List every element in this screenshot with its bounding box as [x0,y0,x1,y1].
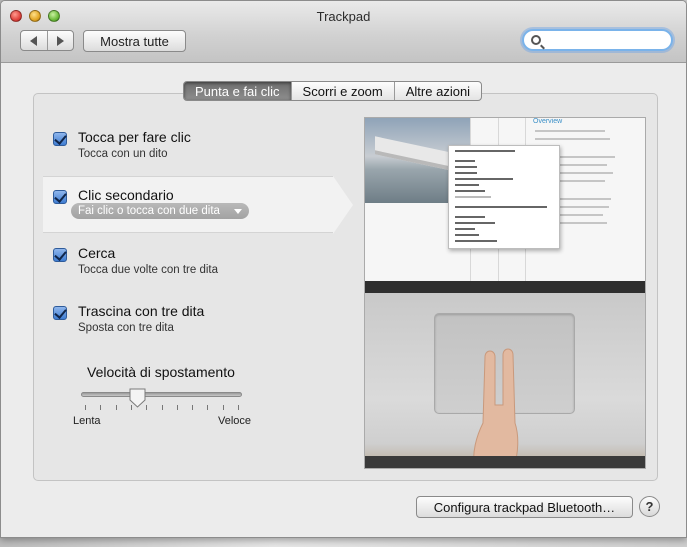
context-menu-item [455,160,475,162]
context-menu-item [455,190,485,192]
tracking-speed-label: Velocità di spostamento [87,364,235,380]
tracking-speed-slider[interactable] [81,392,242,397]
tab-point-and-click[interactable]: Punta e fai clic [184,82,291,100]
show-all-button[interactable]: Mostra tutte [83,30,186,52]
back-button[interactable] [21,31,47,50]
preferences-window: Trackpad Mostra tutte Punta e fai clic S… [0,0,687,538]
slider-tick [161,405,163,410]
option-title: Clic secondario [78,187,174,203]
tab-bar: Punta e fai clic Scorri e zoom Altre azi… [183,81,483,101]
search-input[interactable] [546,33,666,48]
chevron-down-icon [234,209,242,214]
slider-tick [176,405,178,410]
tap-to-click-checkbox[interactable] [53,132,67,146]
context-menu-item [455,178,513,180]
option-title: Tocca per fare clic [78,129,191,145]
context-menu-item [455,172,477,174]
document-heading: Overview [533,118,563,125]
slider-ticks [85,405,239,411]
slider-max-label: Veloce [218,415,252,427]
look-up-checkbox[interactable] [53,248,67,262]
three-finger-drag-checkbox[interactable] [53,306,67,320]
slider-tick [146,405,148,410]
forward-button[interactable] [46,31,74,50]
option-subtitle: Sposta con tre dita [78,322,174,334]
context-menu [448,145,560,249]
search-field[interactable] [522,29,673,51]
back-forward-control [20,30,74,51]
context-menu-item [455,228,475,230]
option-subtitle: Tocca con un dito [78,148,168,160]
gesture-preview-video: Overview [364,117,646,469]
tab-scroll-and-zoom[interactable]: Scorri e zoom [290,82,394,100]
context-menu-item [455,196,491,198]
hand-icon [473,348,519,468]
title-bar: Trackpad Mostra tutte [1,1,686,63]
slider-tick [100,405,102,410]
tab-more-gestures[interactable]: Altre azioni [393,82,481,100]
help-button[interactable]: ? [639,496,660,517]
context-menu-item [455,240,497,242]
secondary-click-popup[interactable]: Fai clic o tocca con due dita [71,203,249,219]
context-menu-item [455,234,479,236]
slider-tick [115,405,117,410]
preview-divider [365,281,645,293]
chevron-right-icon [56,35,64,46]
preview-screen: Overview [365,118,645,281]
option-subtitle: Tocca due volte con tre dita [78,264,218,276]
slider-tick [85,405,86,410]
context-menu-item [455,206,547,208]
chevron-left-icon [30,35,38,46]
slider-tick [222,405,224,410]
slider-tick [238,405,239,410]
context-menu-item [455,150,515,152]
context-menu-item [455,216,485,218]
configure-bluetooth-trackpad-button[interactable]: Configura trackpad Bluetooth… [416,496,633,518]
slider-min-label: Lenta [73,415,101,427]
context-menu-item [455,166,477,168]
trackpad-scene [365,293,645,468]
context-menu-item [455,184,479,186]
preview-bottom-bar [365,456,645,468]
option-title: Trascina con tre dita [78,303,205,319]
option-title: Cerca [78,245,116,261]
popup-value: Fai clic o tocca con due dita [78,205,220,217]
search-icon [531,35,541,45]
window-title: Trackpad [316,9,371,24]
slider-tick [207,405,209,410]
slider-tick [192,405,194,410]
context-menu-item [455,222,495,224]
secondary-click-checkbox[interactable] [53,190,67,204]
slider-tick [130,405,132,410]
